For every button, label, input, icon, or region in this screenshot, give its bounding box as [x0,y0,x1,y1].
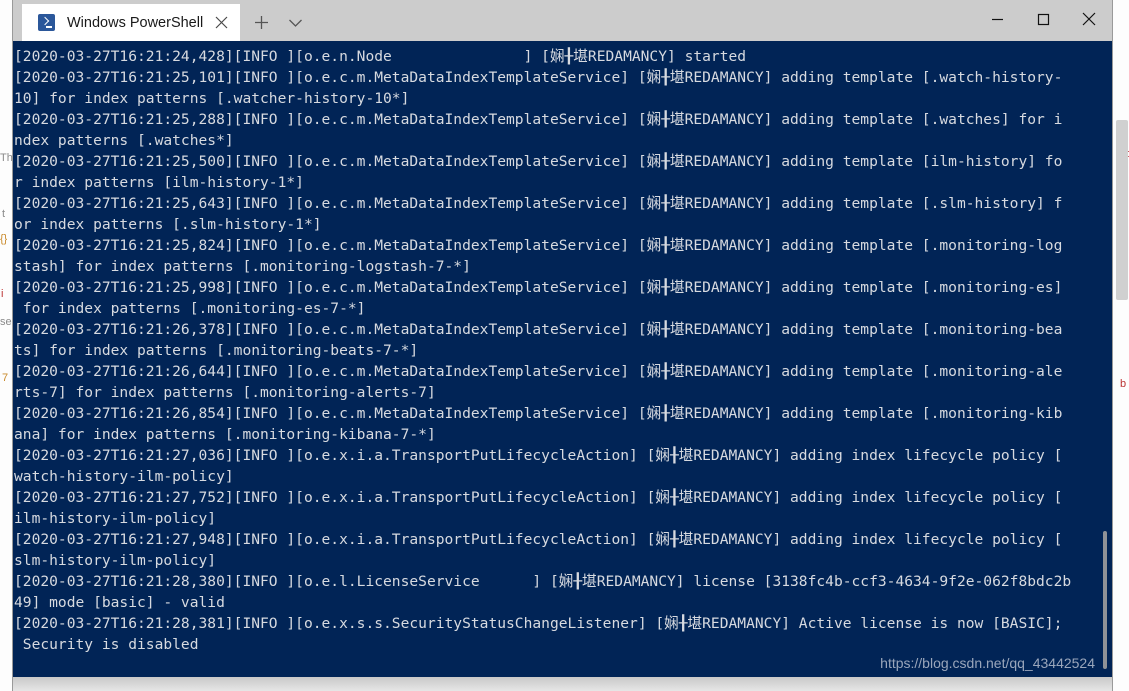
terminal-line: [2020-03-27T16:21:28,381][INFO ][o.e.x.s… [14,615,1063,632]
terminal-line: [2020-03-27T16:21:28,380][INFO ][o.e.l.L… [14,573,1072,590]
terminal-line: ts] for index patterns [.monitoring-beat… [14,342,419,359]
new-tab-button[interactable] [244,4,278,41]
background-text-fragment: {} [0,233,8,245]
titlebar-drag-region[interactable] [312,0,974,41]
terminal-line: for index patterns [.monitoring-es-7-*] [14,300,366,317]
background-text-fragment: b [1120,378,1127,390]
terminal-line: [2020-03-27T16:21:25,288][INFO ][o.e.c.m… [14,111,1063,128]
chevron-down-icon[interactable] [278,4,312,41]
background-right-strip [1110,0,1129,691]
powershell-icon [38,14,55,31]
maximize-button[interactable] [1020,0,1066,38]
window-bottom-edge [13,677,1112,691]
close-button[interactable] [1066,0,1112,38]
terminal-line: stash] for index patterns [.monitoring-l… [14,258,471,275]
minimize-button[interactable] [974,0,1020,38]
terminal-line: [2020-03-27T16:21:26,854][INFO ][o.e.c.m… [14,405,1063,422]
terminal-line: or index patterns [.slm-history-1*] [14,216,322,233]
terminal-line: [2020-03-27T16:21:27,752][INFO ][o.e.x.i… [14,489,1063,506]
terminal-line: [2020-03-27T16:21:26,644][INFO ][o.e.c.m… [14,363,1063,380]
terminal-line: ana] for index patterns [.monitoring-kib… [14,426,436,443]
terminal-line: [2020-03-27T16:21:26,378][INFO ][o.e.c.m… [14,321,1063,338]
terminal-line: r index patterns [ilm-history-1*] [14,174,304,191]
terminal-output-pane[interactable]: [2020-03-27T16:21:24,428][INFO ][o.e.n.N… [13,41,1112,677]
background-left-strip [0,0,14,691]
terminal-line: rts-7] for index patterns [.monitoring-a… [14,384,436,401]
background-text-fragment: t [2,208,6,220]
terminal-log-text: [2020-03-27T16:21:24,428][INFO ][o.e.n.N… [14,46,1099,655]
terminal-line: [2020-03-27T16:21:25,500][INFO ][o.e.c.m… [14,153,1063,170]
terminal-line: Security is disabled [14,636,199,653]
tab-windows-powershell[interactable]: Windows PowerShell [22,4,240,41]
terminal-line: ilm-history-ilm-policy] [14,510,217,527]
terminal-line: [2020-03-27T16:21:25,824][INFO ][o.e.c.m… [14,237,1063,254]
terminal-line: ndex patterns [.watches*] [14,132,234,149]
background-text-fragment: Th [0,152,13,164]
terminal-line: 49] mode [basic] - valid [14,594,225,611]
powershell-window: Windows PowerShell [2020-03-27T16:21:24,… [13,0,1112,691]
terminal-scrollbar-thumb[interactable] [1103,531,1107,669]
terminal-line: 10] for index patterns [.watcher-history… [14,90,410,107]
tab-strip: Windows PowerShell [13,0,312,41]
terminal-line: [2020-03-27T16:21:25,101][INFO ][o.e.c.m… [14,69,1063,86]
terminal-line: [2020-03-27T16:21:24,428][INFO ][o.e.n.N… [14,48,747,65]
tab-label: Windows PowerShell [67,14,204,31]
terminal-scrollbar[interactable] [1099,41,1112,677]
terminal-line: [2020-03-27T16:21:25,998][INFO ][o.e.c.m… [14,279,1063,296]
background-text-fragment: se [0,316,12,328]
close-tab-icon[interactable] [206,8,236,38]
terminal-line: watch-history-ilm-policy] [14,468,234,485]
terminal-line: [2020-03-27T16:21:27,036][INFO ][o.e.x.i… [14,447,1063,464]
terminal-line: slm-history-ilm-policy] [14,552,217,569]
terminal-line: [2020-03-27T16:21:25,643][INFO ][o.e.c.m… [14,195,1063,212]
title-bar: Windows PowerShell [13,0,1112,41]
terminal-line: [2020-03-27T16:21:27,948][INFO ][o.e.x.i… [14,531,1063,548]
window-controls [974,0,1112,41]
background-scrollbar[interactable] [1116,120,1128,300]
background-text-fragment: i [1,288,4,300]
watermark-text: https://blog.csdn.net/qq_43442524 [880,655,1095,671]
background-text-fragment: 7 [2,372,9,384]
